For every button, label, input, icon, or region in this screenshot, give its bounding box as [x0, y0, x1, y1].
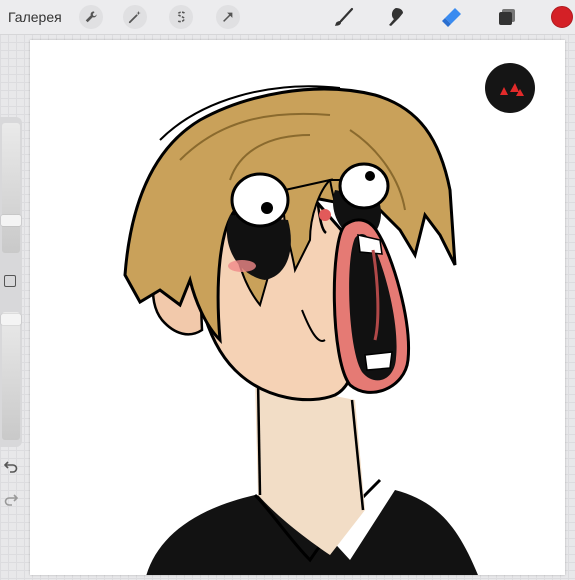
- undo-icon[interactable]: [3, 459, 18, 473]
- transform-arrow-icon[interactable]: [216, 5, 240, 29]
- opacity-knob[interactable]: [1, 314, 21, 325]
- bomb-sticker: [485, 63, 535, 113]
- drawing-canvas[interactable]: [30, 40, 565, 575]
- selection-s-icon[interactable]: [169, 5, 193, 29]
- brush-icon[interactable]: [333, 6, 355, 28]
- modify-square-icon[interactable]: [4, 275, 16, 287]
- artwork: [123, 63, 535, 575]
- smudge-icon[interactable]: [386, 6, 408, 28]
- right-eye: [338, 162, 390, 210]
- color-picker-button[interactable]: [551, 6, 573, 28]
- layers-icon[interactable]: [496, 6, 518, 28]
- wrench-icon[interactable]: [79, 5, 103, 29]
- brush-size-slider[interactable]: [2, 123, 20, 253]
- left-sidebar: [0, 117, 22, 447]
- left-eye: [230, 172, 290, 228]
- magic-wand-icon[interactable]: [123, 5, 147, 29]
- top-toolbar: Галерея: [0, 0, 575, 35]
- brush-size-knob[interactable]: [1, 215, 21, 226]
- opacity-slider[interactable]: [2, 312, 20, 440]
- redo-icon[interactable]: [4, 492, 19, 506]
- gallery-button[interactable]: Галерея: [8, 9, 62, 25]
- eraser-icon[interactable]: [441, 6, 463, 28]
